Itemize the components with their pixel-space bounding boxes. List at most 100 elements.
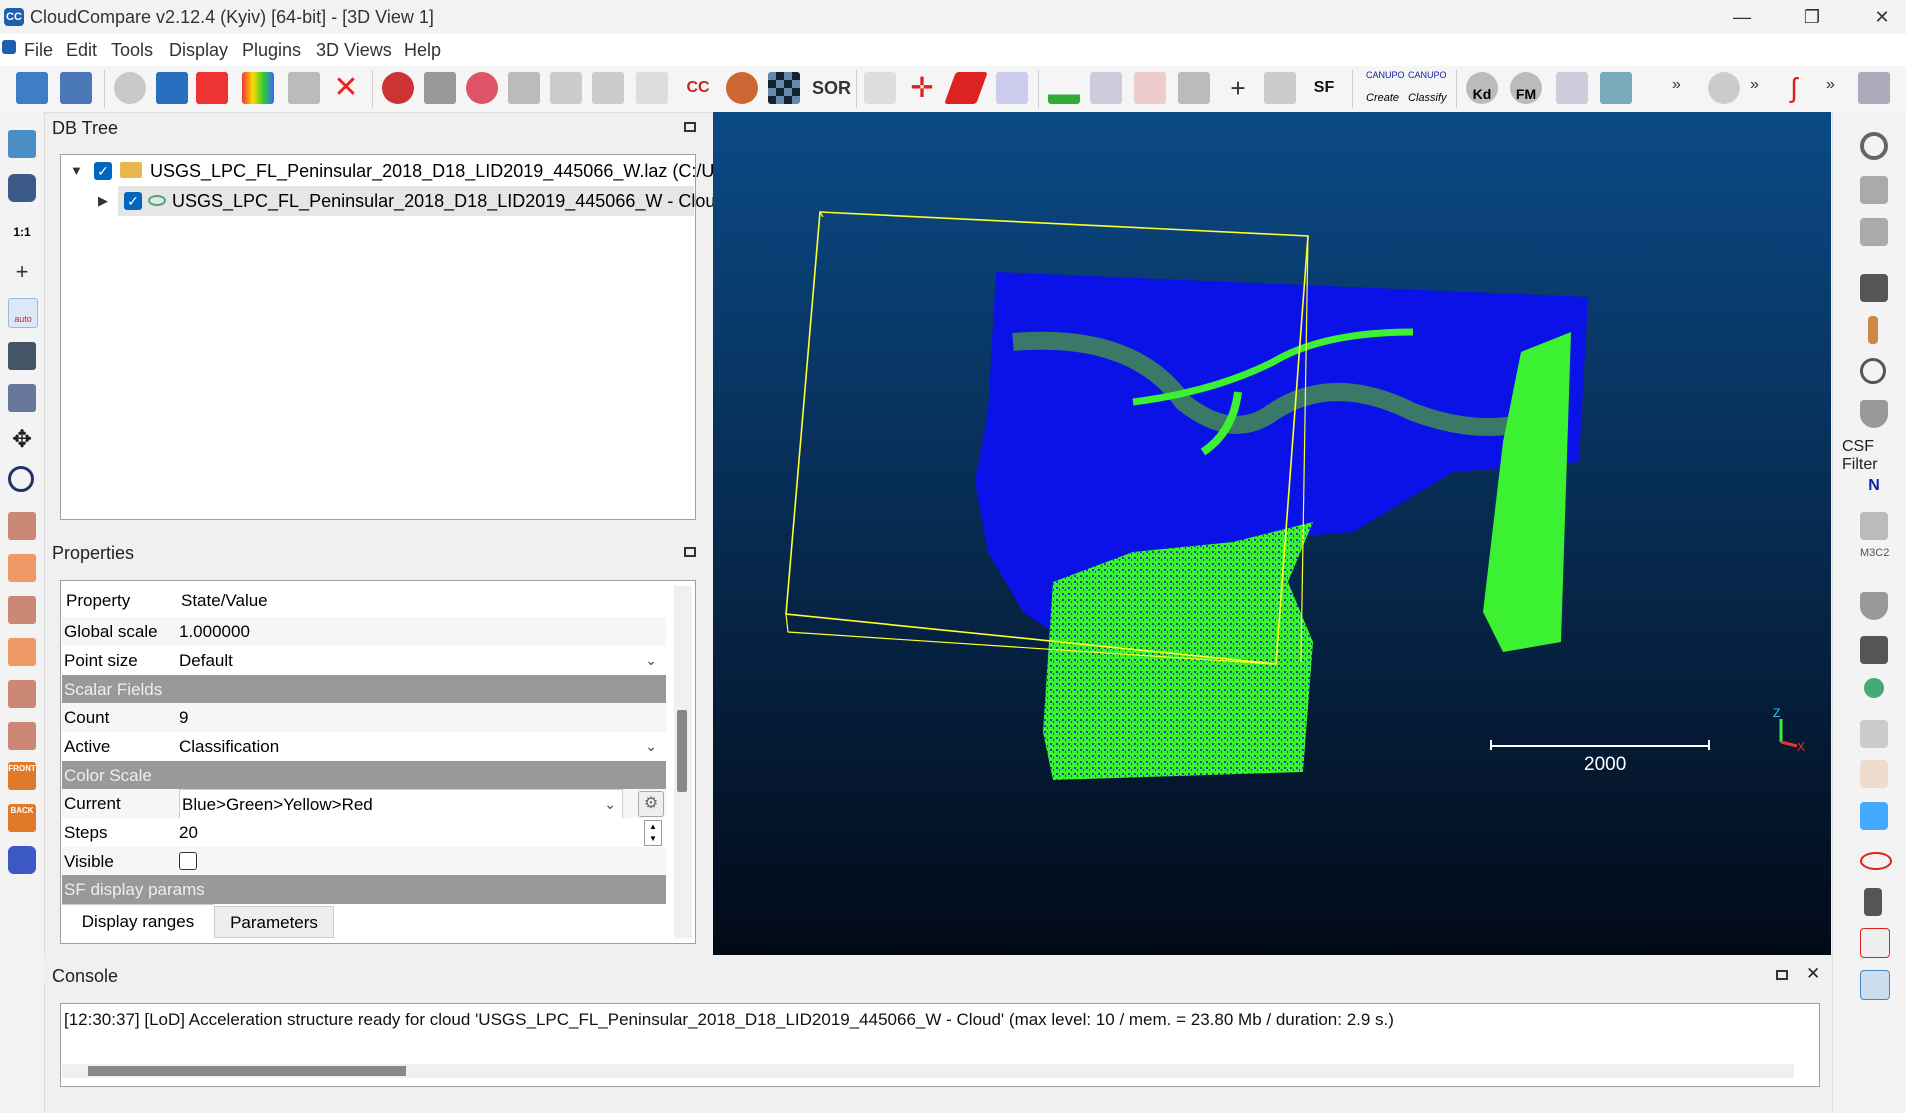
shield-icon[interactable]	[1860, 592, 1888, 620]
trace-icon[interactable]: ʃ	[1778, 72, 1810, 104]
point-size-dropdown[interactable]: Default ⌄	[179, 646, 663, 675]
visible-checkbox[interactable]	[179, 852, 197, 870]
bunny-icon[interactable]	[726, 72, 758, 104]
compass-icon[interactable]	[1860, 358, 1886, 384]
menu-display[interactable]: Display	[169, 40, 228, 61]
collapse-arrow-icon[interactable]: ▼	[70, 156, 83, 186]
property-value[interactable]: 1.000000	[179, 617, 250, 646]
float-panel-icon[interactable]	[684, 547, 696, 557]
view-bottom-icon[interactable]	[8, 722, 36, 750]
plugin-icon[interactable]	[1708, 72, 1740, 104]
minmax-icon[interactable]	[1134, 72, 1166, 104]
list-properties-icon[interactable]	[156, 72, 188, 104]
no-entry-icon[interactable]	[1860, 132, 1888, 160]
sf-calc-icon[interactable]	[1178, 72, 1210, 104]
float-panel-icon[interactable]	[1776, 970, 1788, 980]
register-icon[interactable]	[996, 72, 1028, 104]
fire-icon[interactable]	[1860, 928, 1890, 958]
pcv-icon[interactable]	[1860, 636, 1888, 664]
kd-tree-icon[interactable]: Kd	[1466, 72, 1498, 104]
zoom-icon[interactable]	[8, 466, 34, 492]
float-panel-icon[interactable]	[684, 122, 696, 132]
scatter-icon[interactable]	[550, 72, 582, 104]
menu-plugins[interactable]: Plugins	[242, 40, 301, 61]
csv-icon[interactable]	[1600, 72, 1632, 104]
hpr-icon[interactable]	[1860, 512, 1888, 540]
toolbar-more-3[interactable]: »	[1826, 76, 1835, 94]
iso-back-icon[interactable]: BACK	[8, 804, 36, 832]
menu-help[interactable]: Help	[404, 40, 441, 61]
ellipse-icon[interactable]	[1860, 852, 1892, 870]
delete-sf-icon[interactable]	[1264, 72, 1296, 104]
color-icon[interactable]	[242, 72, 274, 104]
view-front-icon[interactable]	[8, 554, 36, 582]
display-icon[interactable]	[8, 130, 36, 158]
3d-view[interactable]: 2000 Z X	[713, 112, 1831, 955]
curve-icon[interactable]	[1090, 72, 1122, 104]
close-icon[interactable]: ✕	[1806, 964, 1820, 984]
view-top-icon[interactable]	[8, 512, 36, 540]
expand-arrow-icon[interactable]: ▶	[98, 186, 108, 216]
transform-icon[interactable]	[592, 72, 624, 104]
ransac-icon[interactable]	[1864, 678, 1884, 698]
north-icon[interactable]: N	[1860, 472, 1888, 500]
gear-icon[interactable]: ⚙	[638, 791, 664, 817]
zoom-1-1-icon[interactable]: 1:1	[8, 218, 36, 246]
cloud-plugin-icon[interactable]	[1860, 970, 1890, 1000]
add-point-icon[interactable]	[196, 72, 228, 104]
histogram-icon[interactable]	[1048, 72, 1080, 104]
canupo-classify-button[interactable]: Classify	[1408, 92, 1447, 104]
layers-icon[interactable]	[1860, 802, 1888, 830]
crop-icon[interactable]	[508, 72, 540, 104]
brush-icon[interactable]	[1868, 316, 1878, 344]
scrollbar-thumb[interactable]	[677, 710, 687, 792]
center-icon[interactable]: +	[8, 258, 36, 286]
color-scale-dropdown[interactable]: Blue>Green>Yellow>Red ⌄	[179, 789, 623, 820]
menu-edit[interactable]: Edit	[66, 40, 97, 61]
view-right-icon[interactable]	[8, 680, 36, 708]
view-left-icon[interactable]	[8, 596, 36, 624]
csf-filter-label[interactable]: CSF Filter	[1842, 438, 1906, 474]
menu-3d-views[interactable]: 3D Views	[316, 40, 392, 61]
iso-front-icon[interactable]: FRONT	[8, 762, 36, 790]
sf-icon[interactable]: SF	[1308, 72, 1340, 104]
restore-button[interactable]: ❐	[1782, 0, 1842, 34]
clone-icon[interactable]	[288, 72, 320, 104]
toolbar-more-2[interactable]: »	[1750, 76, 1759, 94]
sample-icon[interactable]	[636, 72, 668, 104]
view-back-icon[interactable]	[8, 638, 36, 666]
checkbox-icon[interactable]: ✓	[94, 162, 112, 180]
canupo-create-button[interactable]: Create	[1366, 92, 1399, 104]
perspective-icon[interactable]	[8, 342, 36, 370]
fast-marching-icon[interactable]: FM	[1510, 72, 1542, 104]
clapper-icon[interactable]	[1860, 274, 1888, 302]
menu-file[interactable]: File	[24, 40, 53, 61]
translate-icon[interactable]: ✛	[906, 72, 938, 104]
mesh-icon[interactable]	[1858, 72, 1890, 104]
cdl-icon[interactable]	[1860, 176, 1888, 204]
sor-filter-icon[interactable]: SOR	[812, 72, 851, 104]
stereo-icon[interactable]	[8, 846, 36, 874]
checker-icon[interactable]	[768, 72, 800, 104]
close-window-button[interactable]: ✕	[1852, 0, 1906, 34]
active-sf-dropdown[interactable]: Classification ⌄	[179, 732, 663, 761]
tab-parameters[interactable]: Parameters	[214, 906, 334, 938]
cc-icon[interactable]: CC	[682, 72, 714, 104]
spin-arrows-icon[interactable]: ▲ ▼	[644, 820, 662, 846]
camera-icon[interactable]	[8, 174, 36, 202]
segment-icon[interactable]	[466, 72, 498, 104]
minimize-button[interactable]: —	[1712, 0, 1772, 34]
m3c2-icon[interactable]: M3C2	[1860, 546, 1889, 574]
toolbar-more-1[interactable]: »	[1672, 76, 1681, 94]
scrollbar-thumb[interactable]	[88, 1066, 406, 1076]
add-sf-icon[interactable]: +	[1222, 72, 1254, 104]
delete-icon[interactable]: ✕	[330, 72, 362, 104]
steps-spinbox[interactable]: 20	[179, 818, 649, 847]
pick-icon[interactable]	[864, 72, 896, 104]
menu-tools[interactable]: Tools	[111, 40, 153, 61]
cork-icon[interactable]	[1860, 218, 1888, 246]
merge-icon[interactable]	[382, 72, 414, 104]
subsample-icon[interactable]	[424, 72, 456, 104]
checkbox-icon[interactable]: ✓	[124, 192, 142, 210]
auto-pivot-icon[interactable]: auto	[8, 298, 38, 328]
